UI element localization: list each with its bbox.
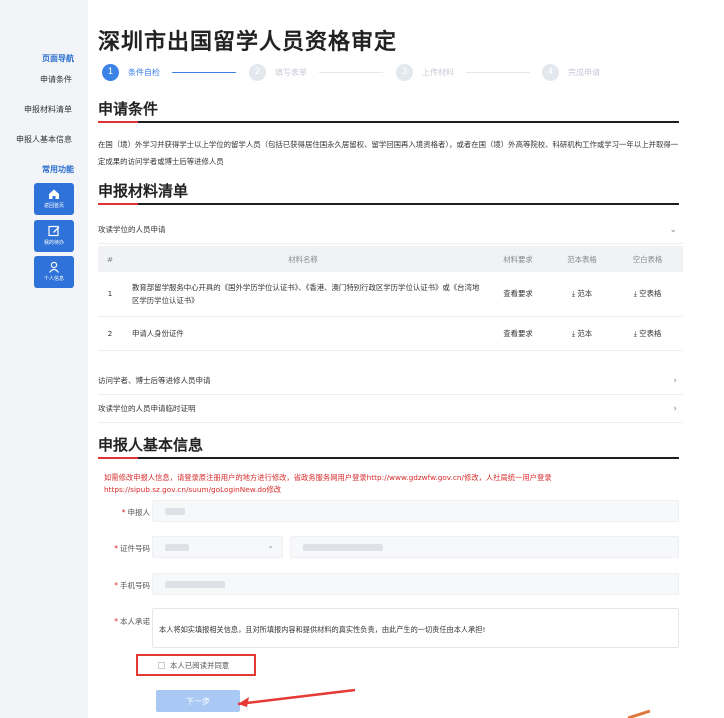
annotation-arrows [237, 688, 651, 718]
page: 页面导航 申请条件 申报材料清单 申报人基本信息 常用功能 返回首页 我的待办 … [0, 0, 724, 718]
